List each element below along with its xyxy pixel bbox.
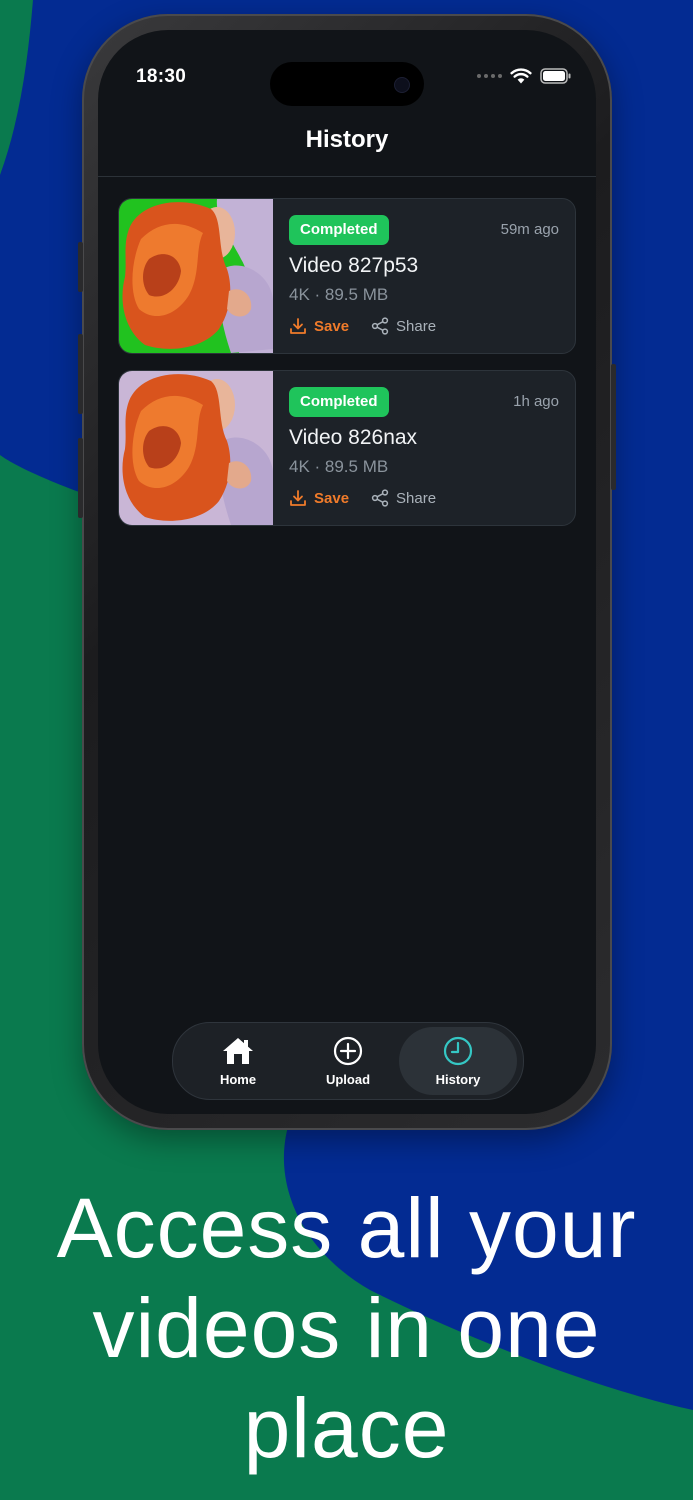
- action-button: [78, 242, 83, 292]
- status-icons: [477, 68, 572, 84]
- phone-frame: 18:30 History Completed 59m ago Video 82…: [78, 14, 616, 1130]
- volume-up-button: [78, 334, 83, 414]
- wifi-icon: [510, 68, 532, 84]
- home-icon: [223, 1037, 253, 1064]
- card-actions: Save Share: [289, 489, 436, 507]
- tab-home[interactable]: Home: [183, 1027, 293, 1095]
- video-thumbnail[interactable]: [119, 199, 273, 353]
- card-actions: Save Share: [289, 317, 436, 335]
- share-icon: [371, 317, 389, 335]
- save-button[interactable]: Save: [289, 489, 349, 507]
- save-label: Save: [314, 317, 350, 335]
- video-title: Video 827p53: [289, 254, 419, 277]
- history-card[interactable]: Completed 1h ago Video 826nax 4K · 89.5 …: [118, 370, 576, 526]
- caption-line: place: [243, 1381, 450, 1475]
- share-button[interactable]: Share: [371, 489, 436, 507]
- video-meta: 4K · 89.5 MB: [289, 457, 389, 476]
- video-meta: 4K · 89.5 MB: [289, 285, 389, 304]
- power-button: [611, 364, 616, 490]
- dynamic-island: [270, 62, 424, 106]
- status-badge: Completed: [289, 387, 389, 417]
- share-label: Share: [396, 489, 437, 507]
- plus-circle-icon: [333, 1036, 363, 1065]
- caption-line: videos in one: [92, 1281, 601, 1375]
- save-label: Save: [314, 489, 350, 507]
- page-title: History: [305, 126, 389, 153]
- battery-icon: [540, 68, 571, 84]
- tab-label: Home: [219, 1071, 257, 1087]
- share-label: Share: [396, 317, 437, 335]
- share-icon: [371, 489, 389, 507]
- clock-icon: [443, 1036, 473, 1065]
- save-button[interactable]: Save: [289, 317, 349, 335]
- video-title: Video 826nax: [289, 426, 418, 449]
- download-icon: [290, 318, 306, 334]
- status-badge: Completed: [289, 215, 389, 245]
- camera-icon: [394, 77, 410, 93]
- download-icon: [290, 490, 306, 506]
- signal-icon: [477, 74, 502, 78]
- status-time: 18:30: [136, 66, 187, 87]
- tab-label: Upload: [325, 1071, 371, 1087]
- caption-line: Access all your: [56, 1181, 637, 1275]
- tab-history[interactable]: History: [399, 1027, 517, 1095]
- header-divider: [98, 176, 596, 177]
- app-screen: 18:30 History Completed 59m ago Video 82…: [98, 30, 596, 1114]
- bottom-tab-bar: Home Upload History: [172, 1022, 524, 1100]
- volume-down-button: [78, 438, 83, 518]
- time-ago: 1h ago: [513, 393, 559, 410]
- marketing-caption: Access all your videos in one place: [0, 1178, 693, 1478]
- tab-upload[interactable]: Upload: [293, 1027, 403, 1095]
- tab-label: History: [435, 1071, 481, 1087]
- share-button[interactable]: Share: [371, 317, 436, 335]
- video-thumbnail[interactable]: [119, 371, 273, 525]
- history-card[interactable]: Completed 59m ago Video 827p53 4K · 89.5…: [118, 198, 576, 354]
- time-ago: 59m ago: [500, 221, 559, 238]
